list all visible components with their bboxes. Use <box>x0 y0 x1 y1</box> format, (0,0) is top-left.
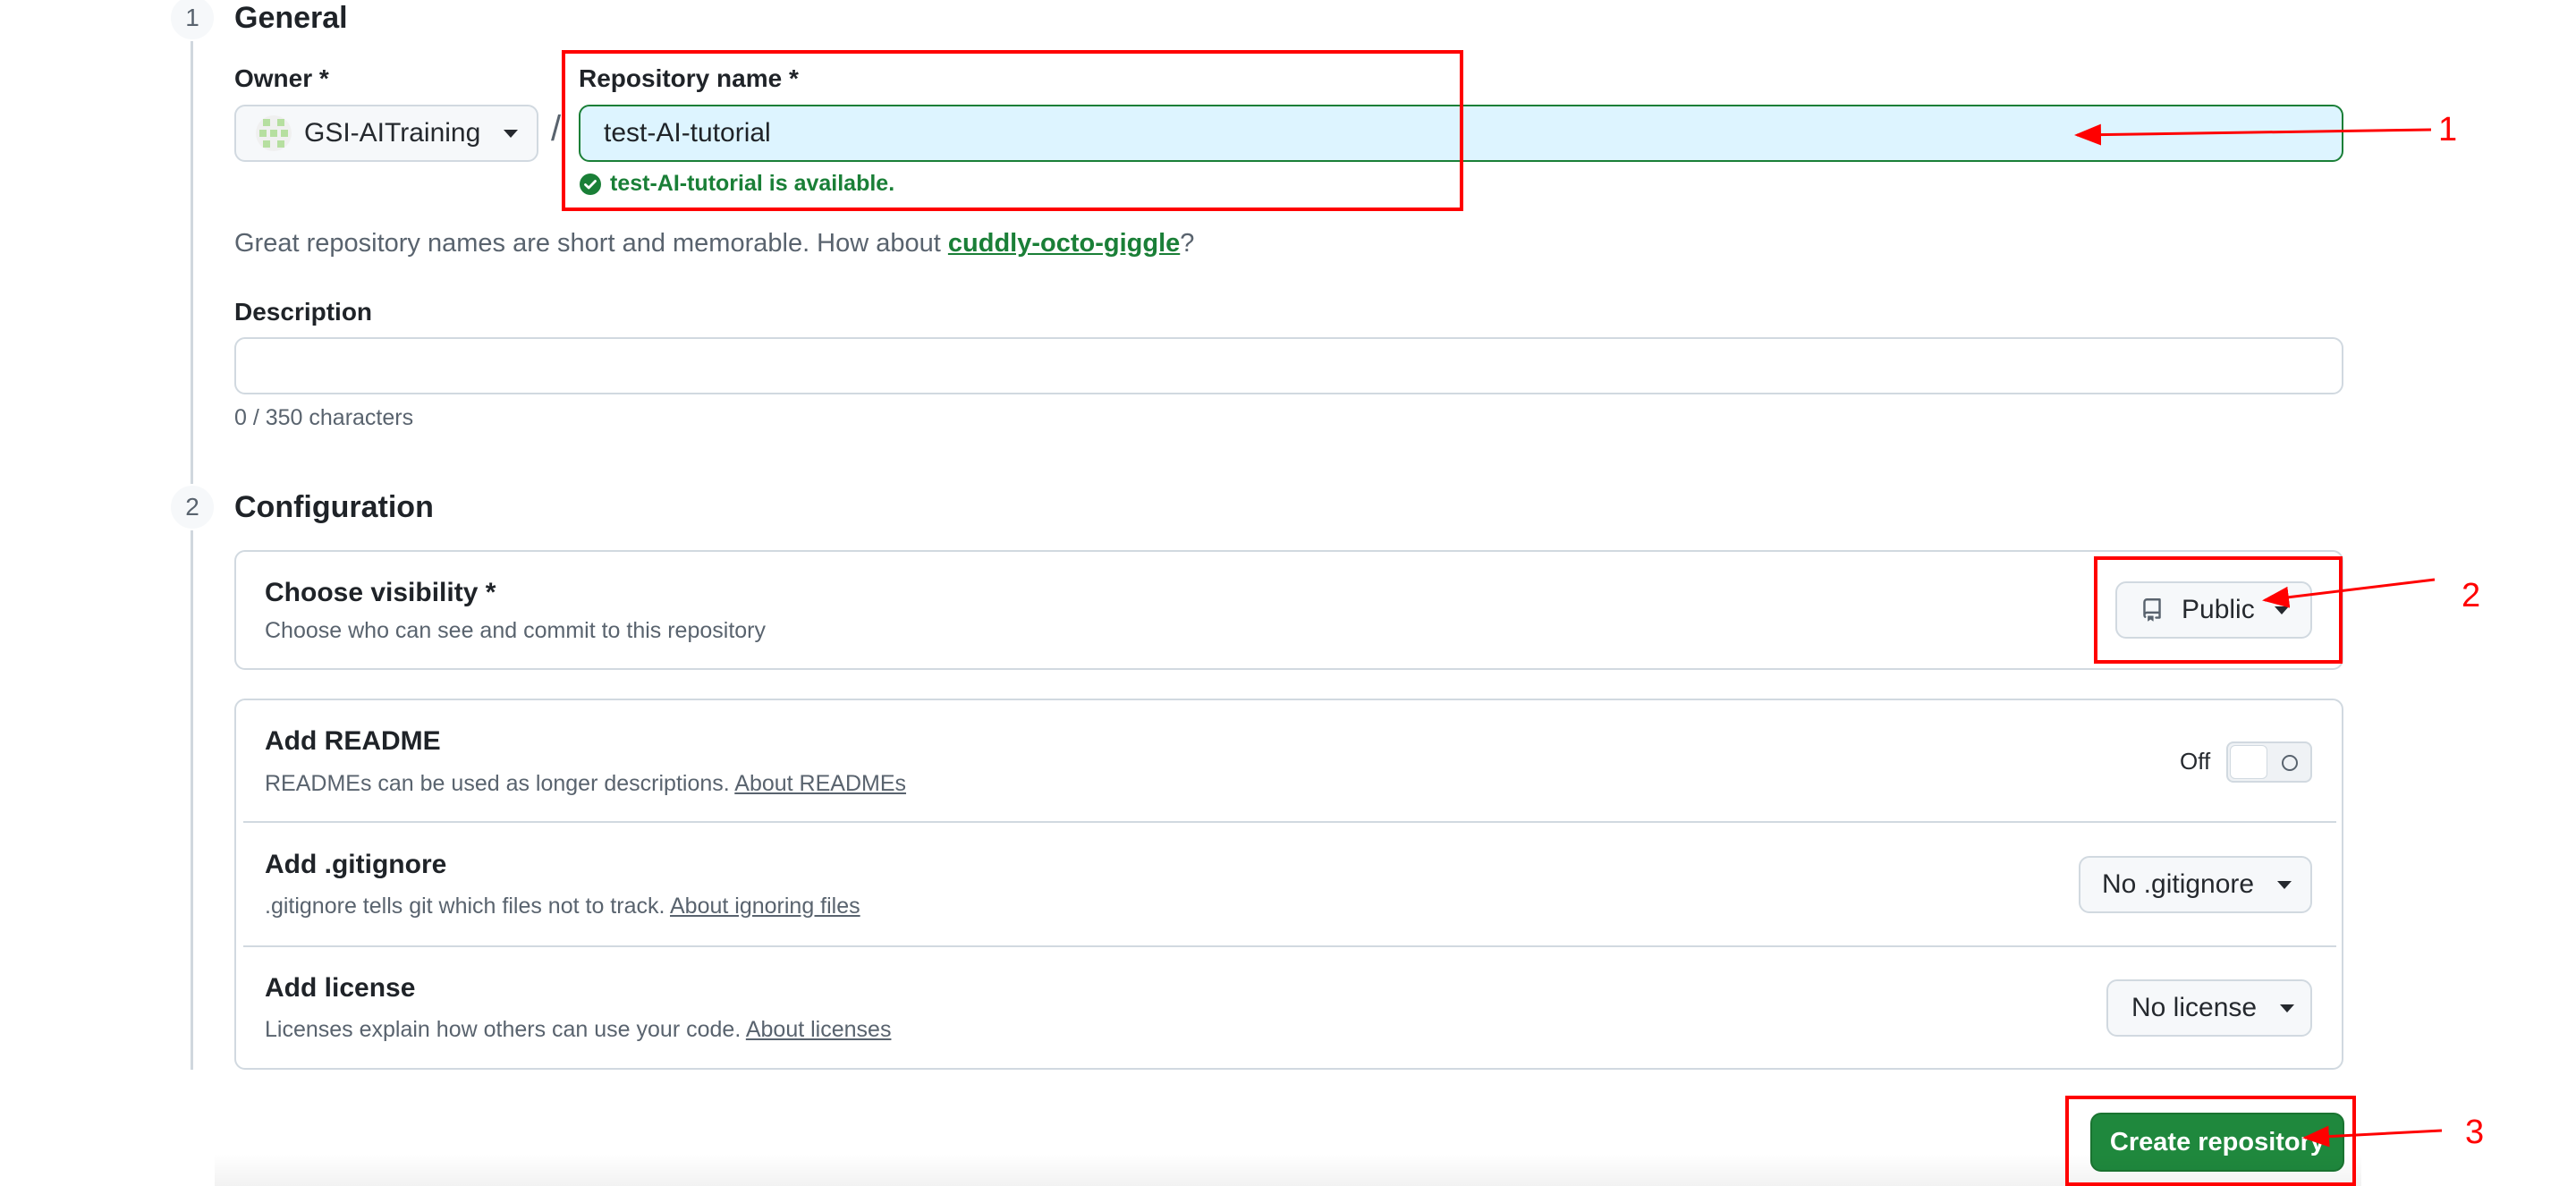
annotation-arrow-1 <box>2074 123 2432 146</box>
annotation-number-3: 3 <box>2465 1114 2485 1151</box>
annotation-arrow-3 <box>2302 1125 2443 1148</box>
annotation-arrow-2 <box>2262 578 2436 608</box>
annotation-number-1: 1 <box>2438 111 2458 148</box>
annotation-arrows <box>2074 123 2443 1148</box>
annotation-number-2: 2 <box>2462 577 2481 614</box>
